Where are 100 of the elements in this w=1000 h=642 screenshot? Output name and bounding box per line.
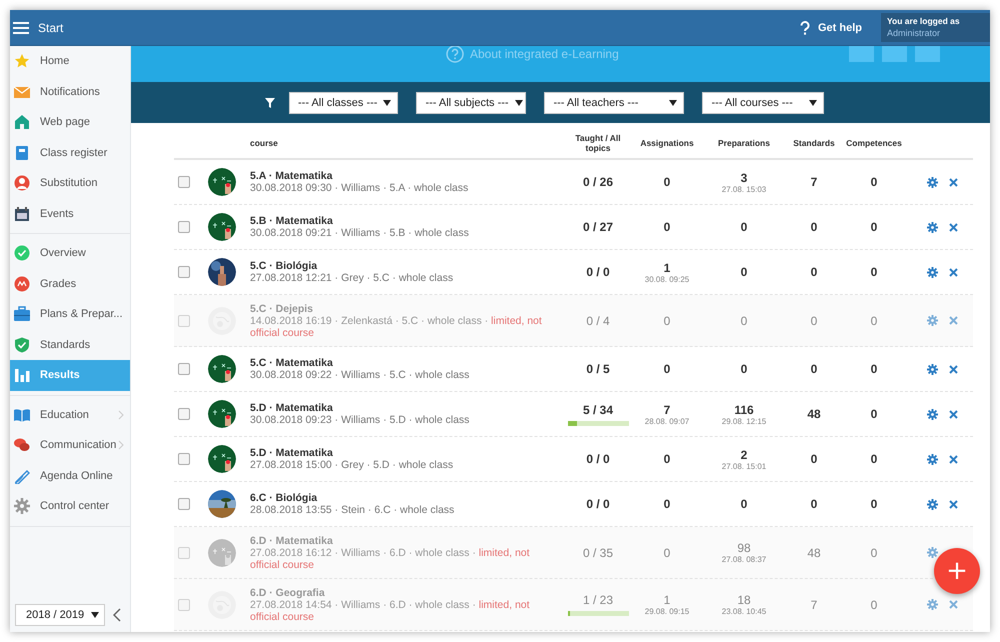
gear-icon: [14, 498, 30, 514]
close-icon[interactable]: [949, 500, 958, 508]
menu-icon[interactable]: [13, 20, 29, 34]
course-title[interactable]: 5.D · Matematika: [250, 402, 562, 414]
chevron-icon: [118, 440, 124, 450]
sidebar-item[interactable]: Control center: [10, 491, 130, 522]
course-title[interactable]: 5.A · Matematika: [250, 170, 562, 182]
row-checkbox[interactable]: [178, 363, 190, 375]
row-checkbox[interactable]: [178, 498, 190, 510]
standards-count: 48: [807, 407, 821, 421]
sidebar-item[interactable]: Education: [10, 400, 130, 430]
row-checkbox[interactable]: [178, 176, 190, 188]
close-icon[interactable]: [949, 410, 958, 418]
login-label: You are logged as: [887, 16, 961, 26]
close-icon[interactable]: [949, 222, 958, 232]
progress-bar: [568, 420, 628, 426]
standards-count: 7: [810, 598, 818, 612]
sidebar-item[interactable]: Events: [10, 198, 130, 229]
settings-icon[interactable]: [927, 408, 938, 420]
settings-icon[interactable]: [927, 222, 938, 232]
preparations-count: 0: [740, 497, 748, 511]
envelope-icon: [14, 84, 30, 100]
course-title[interactable]: 5.B · Matematika: [250, 215, 562, 227]
preparations-count: 98: [737, 541, 751, 555]
course-details: 30.08.2018 09:23 · Williams · 5.D · whole class: [250, 414, 470, 426]
filter-select[interactable]: --- All courses ---: [702, 92, 824, 114]
sidebar-item[interactable]: Notifications: [10, 76, 130, 107]
year-select[interactable]: 2018 / 2019: [15, 604, 105, 626]
close-icon[interactable]: [949, 178, 958, 186]
sidebar-item[interactable]: Home: [10, 46, 130, 76]
course-title[interactable]: 5.C · Matematika: [250, 357, 562, 369]
close-icon[interactable]: [949, 454, 958, 464]
sidebar-item[interactable]: Agenda Online: [10, 460, 130, 491]
column-header: Standards: [793, 138, 835, 148]
settings-icon[interactable]: [927, 454, 938, 464]
sidebar-item[interactable]: Communication: [10, 430, 130, 460]
date-text: 27.08. 15:01: [722, 462, 766, 470]
row-checkbox[interactable]: [178, 314, 190, 326]
user-name: Administrator: [887, 28, 942, 38]
row-checkbox[interactable]: [178, 546, 190, 558]
row-checkbox[interactable]: [178, 266, 190, 278]
topics-count: 5 / 34: [582, 402, 614, 416]
course-details: 28.08.2018 13:55 · Stein · 6.C · whole class: [250, 504, 456, 516]
assignations-count: 0: [664, 175, 670, 189]
course-title[interactable]: 5.D · Matematika: [250, 447, 562, 459]
collapse-icon[interactable]: [113, 608, 121, 622]
dropdown-icon: [383, 100, 392, 106]
settings-icon[interactable]: [927, 315, 938, 326]
standards-count: 48: [807, 546, 821, 560]
sidebar-item[interactable]: Web page: [10, 107, 130, 138]
sidebar-item[interactable]: Overview: [10, 238, 130, 268]
progress-bar: [568, 611, 628, 616]
course-details: 27.08.2018 15:00 · Grey · 5.D · whole class: [250, 459, 454, 471]
row-checkbox[interactable]: [178, 453, 190, 465]
filter-select[interactable]: --- All teachers ---: [544, 92, 684, 114]
close-icon[interactable]: [949, 316, 958, 325]
filter-select[interactable]: --- All classes ---: [289, 92, 398, 114]
tile-button[interactable]: [915, 46, 940, 62]
shield-icon: [14, 336, 30, 353]
standards-count: 0: [810, 497, 818, 511]
check-icon: [14, 245, 30, 262]
standards-count: 0: [810, 362, 818, 376]
settings-icon[interactable]: [927, 176, 938, 188]
row-checkbox[interactable]: [178, 408, 190, 420]
course-title[interactable]: 5.C · Biológia: [250, 260, 562, 272]
topics-count: 0 / 35: [582, 546, 614, 560]
topics-count: 0 / 0: [586, 452, 610, 466]
close-icon[interactable]: [949, 268, 958, 276]
settings-icon[interactable]: [927, 599, 938, 610]
sidebar-item[interactable]: Class register: [10, 138, 130, 168]
star-icon: [14, 53, 30, 70]
row-checkbox[interactable]: [178, 598, 190, 610]
dropdown-icon: [809, 100, 818, 106]
settings-icon[interactable]: [927, 547, 938, 558]
sidebar-item[interactable]: Plans & Prepar...: [10, 299, 130, 330]
course-title[interactable]: 6.C · Biológia: [250, 492, 562, 504]
close-icon[interactable]: [949, 600, 958, 609]
column-header: Preparations: [718, 138, 770, 148]
date-text: 27.08. 08:37: [722, 555, 766, 564]
filter-select[interactable]: --- All subjects ---: [416, 92, 526, 114]
sidebar-item[interactable]: Standards: [10, 330, 130, 360]
sidebar-item[interactable]: Grades: [10, 268, 130, 299]
sidebar-item[interactable]: Substitution: [10, 168, 130, 198]
settings-icon[interactable]: [927, 364, 938, 374]
column-header: Assignations: [640, 138, 694, 148]
tile-button[interactable]: [882, 46, 907, 62]
competences-count: 0: [870, 452, 878, 466]
course-details: 27.08.2018 14:54 · Williams · 6.D · whole class · limited, not official course: [250, 598, 531, 622]
topics-count: 0 / 27: [582, 220, 614, 234]
tile-button[interactable]: [849, 46, 874, 62]
settings-icon[interactable]: [927, 266, 938, 278]
settings-icon[interactable]: [927, 498, 938, 510]
assignations-count: 0: [664, 452, 670, 466]
close-icon[interactable]: [949, 364, 958, 374]
date-text: 28.08. 09:07: [644, 416, 690, 426]
preparations-count: 18: [737, 593, 751, 607]
filter-icon: [265, 98, 275, 108]
row-checkbox[interactable]: [178, 221, 190, 233]
help-link[interactable]: Get help: [800, 20, 862, 34]
dropdown-icon: [669, 100, 678, 106]
